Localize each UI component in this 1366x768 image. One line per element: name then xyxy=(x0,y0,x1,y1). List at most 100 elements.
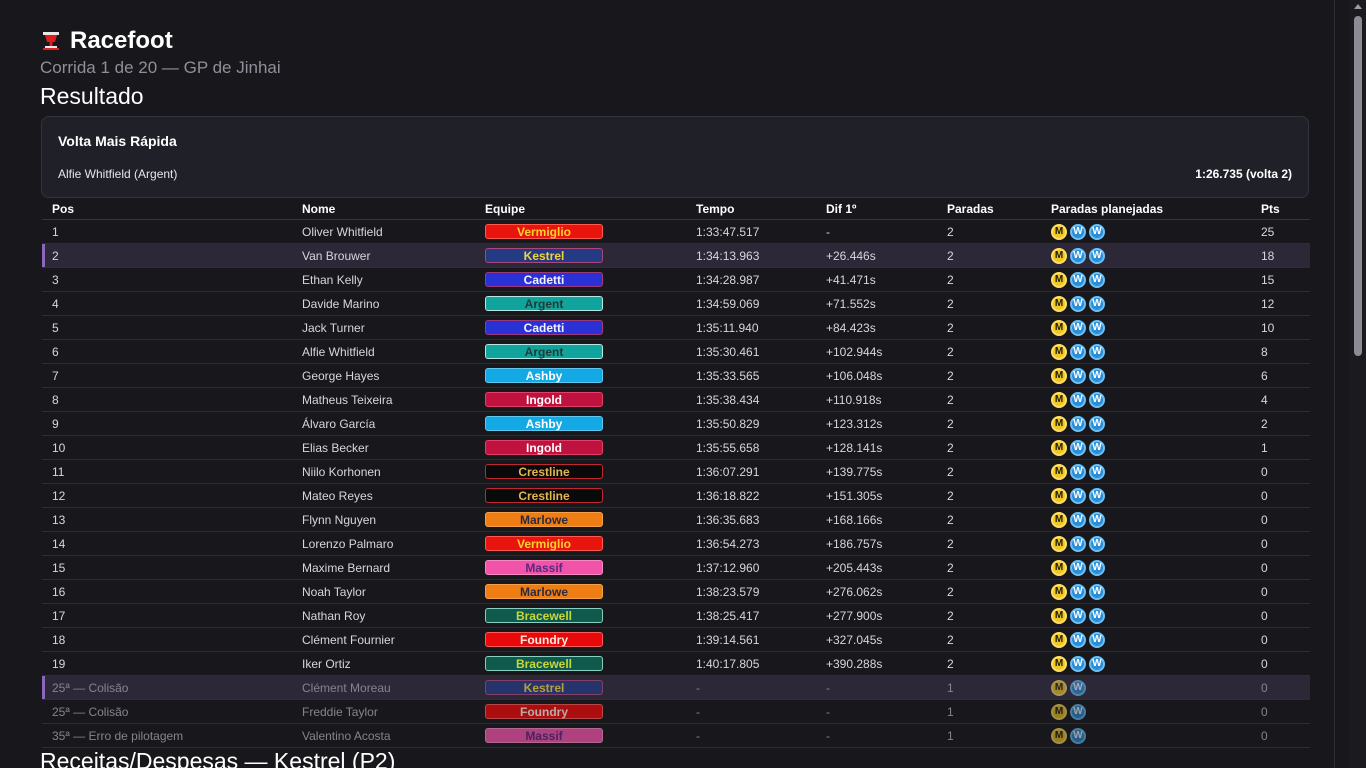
cell-planned-stops: MWW xyxy=(1041,267,1251,292)
cell-stops: 2 xyxy=(937,243,1041,268)
tyre-medium-icon: M xyxy=(1051,391,1067,408)
cell-time: 1:40:17.805 xyxy=(686,651,816,676)
table-row: 4 Davide Marino Argent 1:34:59.069 +71.552s 2… xyxy=(42,291,1310,316)
cell-team: Marlowe xyxy=(475,579,686,604)
results-body: 1 Oliver Whitfield Vermiglio 1:33:47.517-2 M… xyxy=(42,219,1310,748)
cell-driver-name: Elias Becker xyxy=(292,435,475,460)
cell-team: Bracewell xyxy=(475,603,686,628)
tyre-wet-icon: W xyxy=(1089,631,1105,648)
cell-stops: 1 xyxy=(937,723,1041,748)
tyre-wet-icon: W xyxy=(1089,247,1105,264)
cell-stops: 2 xyxy=(937,555,1041,580)
cell-stops: 2 xyxy=(937,291,1041,316)
cell-team: Argent xyxy=(475,339,686,364)
planned-stops-list: MWW xyxy=(1051,559,1251,576)
cell-team: Foundry xyxy=(475,627,686,652)
cell-points: 0 xyxy=(1251,459,1310,484)
team-badge: Vermiglio xyxy=(485,224,603,239)
cell-time: 1:38:23.579 xyxy=(686,579,816,604)
cell-team: Kestrel xyxy=(475,243,686,268)
cell-gap: +390.288s xyxy=(816,651,937,676)
planned-stops-list: MW xyxy=(1051,727,1251,744)
planned-stops-list: MWW xyxy=(1051,247,1251,264)
tyre-medium-icon: M xyxy=(1051,535,1067,552)
cell-planned-stops: MWW xyxy=(1041,435,1251,460)
table-row: 14 Lorenzo Palmaro Vermiglio 1:36:54.273 +18… xyxy=(42,531,1310,556)
cell-planned-stops: MWW xyxy=(1041,363,1251,388)
table-row: 35ª — Erro de pilotagem Valentino Acosta M… xyxy=(42,723,1310,748)
tyre-wet-icon: W xyxy=(1070,607,1086,624)
table-row: 13 Flynn Nguyen Marlowe 1:36:35.683 +168.166… xyxy=(42,507,1310,532)
tyre-medium-icon: M xyxy=(1051,439,1067,456)
tyre-wet-icon: W xyxy=(1089,511,1105,528)
table-row: 6 Alfie Whitfield Argent 1:35:30.461 +102.94… xyxy=(42,339,1310,364)
tyre-wet-icon: W xyxy=(1089,223,1105,240)
cell-time: 1:36:35.683 xyxy=(686,507,816,532)
tyre-wet-icon: W xyxy=(1070,343,1086,360)
cell-gap: - xyxy=(816,699,937,724)
tyre-wet-icon: W xyxy=(1070,271,1086,288)
results-header-row: Pos Nome Equipe Tempo Dif 1º Paradas Par… xyxy=(42,199,1310,220)
table-row: 8 Matheus Teixeira Ingold 1:35:38.434 +110.9… xyxy=(42,387,1310,412)
cell-planned-stops: MWW xyxy=(1041,315,1251,340)
cell-stops: 2 xyxy=(937,579,1041,604)
cell-time: 1:36:07.291 xyxy=(686,459,816,484)
tyre-wet-icon: W xyxy=(1089,655,1105,672)
team-badge: Foundry xyxy=(485,632,603,647)
table-row: 17 Nathan Roy Bracewell 1:38:25.417 +277.900… xyxy=(42,603,1310,628)
cell-driver-name: Ethan Kelly xyxy=(292,267,475,292)
cell-points: 0 xyxy=(1251,555,1310,580)
tyre-wet-icon: W xyxy=(1070,487,1086,504)
cell-points: 0 xyxy=(1251,579,1310,604)
cell-stops: 2 xyxy=(937,315,1041,340)
tyre-wet-icon: W xyxy=(1070,463,1086,480)
scrollbar-thumb[interactable] xyxy=(1354,16,1362,356)
cell-driver-name: Flynn Nguyen xyxy=(292,507,475,532)
cell-team: Vermiglio xyxy=(475,531,686,556)
fastest-lap-time: 1:26.735 (volta 2) xyxy=(1195,167,1292,181)
tyre-wet-icon: W xyxy=(1070,367,1086,384)
cell-stops: 2 xyxy=(937,603,1041,628)
finance-heading: Receitas/Despesas — Kestrel (P2) xyxy=(40,748,396,768)
cell-driver-name: Jack Turner xyxy=(292,315,475,340)
tyre-medium-icon: M xyxy=(1051,487,1067,504)
tyre-wet-icon: W xyxy=(1089,463,1105,480)
cell-gap: - xyxy=(816,219,937,244)
scroll-up-arrow-icon[interactable] xyxy=(1354,4,1362,9)
tyre-wet-icon: W xyxy=(1089,343,1105,360)
tyre-wet-icon: W xyxy=(1070,391,1086,408)
col-header-pos: Pos xyxy=(42,199,292,220)
cell-team: Ingold xyxy=(475,387,686,412)
tyre-wet-icon: W xyxy=(1089,391,1105,408)
cell-planned-stops: MW xyxy=(1041,675,1251,700)
tyre-wet-icon: W xyxy=(1070,319,1086,336)
planned-stops-list: MWW xyxy=(1051,391,1251,408)
cell-planned-stops: MWW xyxy=(1041,555,1251,580)
cell-points: 0 xyxy=(1251,675,1310,700)
cell-pos: 19 xyxy=(42,651,292,676)
fastest-lap-title: Volta Mais Rápida xyxy=(58,133,177,149)
tyre-wet-icon: W xyxy=(1070,535,1086,552)
cell-points: 18 xyxy=(1251,243,1310,268)
cell-stops: 2 xyxy=(937,363,1041,388)
col-header-team: Equipe xyxy=(475,199,686,220)
tyre-wet-icon: W xyxy=(1070,727,1086,744)
cell-time: - xyxy=(686,675,816,700)
tyre-medium-icon: M xyxy=(1051,271,1067,288)
cell-points: 0 xyxy=(1251,531,1310,556)
tyre-wet-icon: W xyxy=(1089,415,1105,432)
cell-time: 1:33:47.517 xyxy=(686,219,816,244)
cell-planned-stops: MWW xyxy=(1041,627,1251,652)
cell-points: 0 xyxy=(1251,483,1310,508)
cell-driver-name: Iker Ortiz xyxy=(292,651,475,676)
tyre-medium-icon: M xyxy=(1051,415,1067,432)
app-header: Racefoot xyxy=(40,26,173,56)
cell-stops: 2 xyxy=(937,339,1041,364)
cell-points: 6 xyxy=(1251,363,1310,388)
cell-pos: 10 xyxy=(42,435,292,460)
cell-pos: 4 xyxy=(42,291,292,316)
cell-planned-stops: MWW xyxy=(1041,579,1251,604)
tyre-wet-icon: W xyxy=(1070,247,1086,264)
tyre-wet-icon: W xyxy=(1070,655,1086,672)
cell-pos: 7 xyxy=(42,363,292,388)
